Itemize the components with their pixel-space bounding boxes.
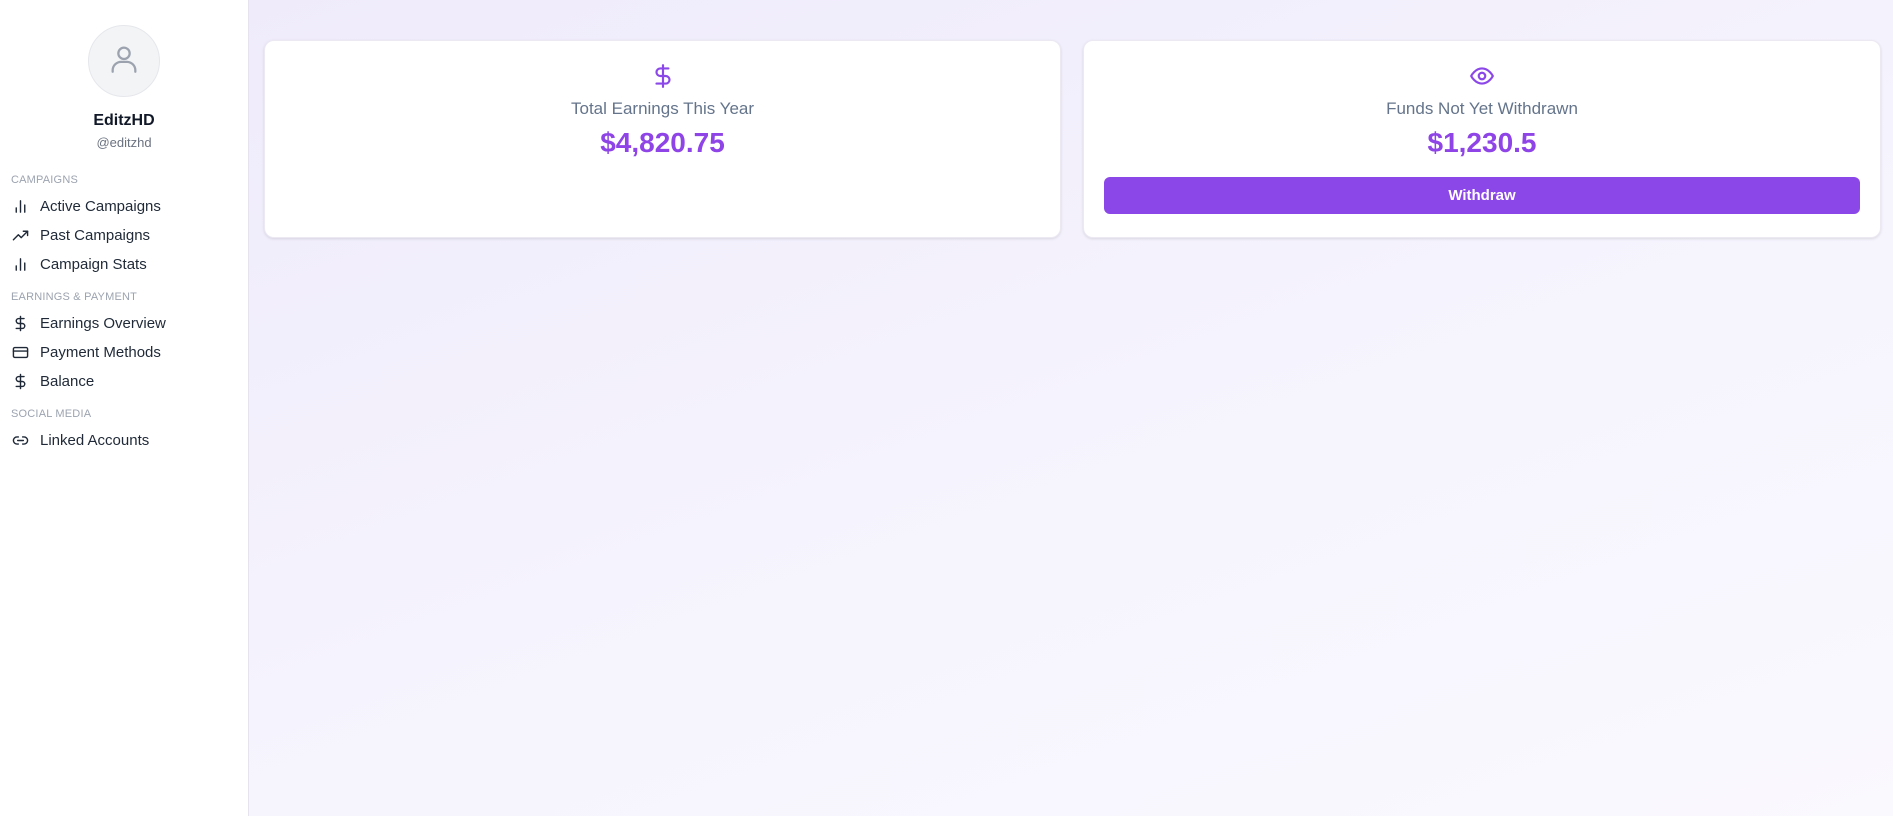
sidebar-item-balance[interactable]: Balance [0, 367, 248, 396]
funds-card: Funds Not Yet Withdrawn $1,230.5 Withdra… [1083, 40, 1881, 238]
eye-icon [1469, 61, 1495, 91]
bar-chart-icon [12, 198, 30, 216]
nav-section-campaigns: CAMPAIGNS Active Campaigns Past Campaign… [0, 174, 248, 279]
avatar[interactable] [88, 25, 160, 97]
sidebar-item-linked-accounts[interactable]: Linked Accounts [0, 426, 248, 455]
sidebar-item-payment-methods[interactable]: Payment Methods [0, 338, 248, 367]
sidebar-item-label: Earnings Overview [40, 315, 166, 332]
dollar-icon [12, 315, 30, 333]
dollar-icon [12, 373, 30, 391]
sidebar-item-earnings-overview[interactable]: Earnings Overview [0, 309, 248, 338]
section-title: EARNINGS & PAYMENT [11, 291, 138, 303]
app-root: EditzHD @editzhd CAMPAIGNS Active Campai… [0, 0, 1893, 816]
sidebar: EditzHD @editzhd CAMPAIGNS Active Campai… [0, 0, 249, 816]
sidebar-item-label: Linked Accounts [40, 432, 150, 449]
trending-up-icon [12, 227, 30, 245]
funds-label: Funds Not Yet Withdrawn [1386, 99, 1578, 118]
sidebar-item-label: Balance [40, 373, 95, 390]
stat-cards: Total Earnings This Year $4,820.75 Funds… [264, 40, 1881, 238]
link-icon [12, 432, 30, 450]
section-title: SOCIAL MEDIA [11, 408, 92, 420]
nav-section-social: SOCIAL MEDIA Linked Accounts [0, 408, 248, 455]
earnings-card: Total Earnings This Year $4,820.75 [264, 40, 1061, 238]
sidebar-item-label: Active Campaigns [40, 198, 161, 215]
sidebar-item-campaign-stats[interactable]: Campaign Stats [0, 250, 248, 279]
sidebar-item-label: Past Campaigns [40, 227, 151, 244]
earnings-value: $4,820.75 [600, 127, 725, 158]
funds-value: $1,230.5 [1427, 127, 1537, 158]
bar-chart-icon [12, 256, 30, 274]
profile-handle: @editzhd [96, 135, 152, 150]
dollar-icon [650, 61, 676, 91]
profile-section: EditzHD @editzhd [0, 25, 248, 150]
user-icon [107, 42, 141, 81]
section-title: CAMPAIGNS [11, 174, 78, 186]
sidebar-item-active-campaigns[interactable]: Active Campaigns [0, 192, 248, 221]
profile-name: EditzHD [93, 112, 155, 129]
sidebar-item-label: Payment Methods [40, 344, 161, 361]
sidebar-item-label: Campaign Stats [40, 256, 147, 273]
main-content: Total Earnings This Year $4,820.75 Funds… [249, 0, 1893, 816]
sidebar-item-past-campaigns[interactable]: Past Campaigns [0, 221, 248, 250]
earnings-label: Total Earnings This Year [570, 99, 755, 118]
withdraw-button[interactable]: Withdraw [1104, 177, 1860, 214]
credit-card-icon [12, 344, 30, 362]
nav-section-earnings: EARNINGS & PAYMENT Earnings Overview Pay… [0, 291, 248, 396]
